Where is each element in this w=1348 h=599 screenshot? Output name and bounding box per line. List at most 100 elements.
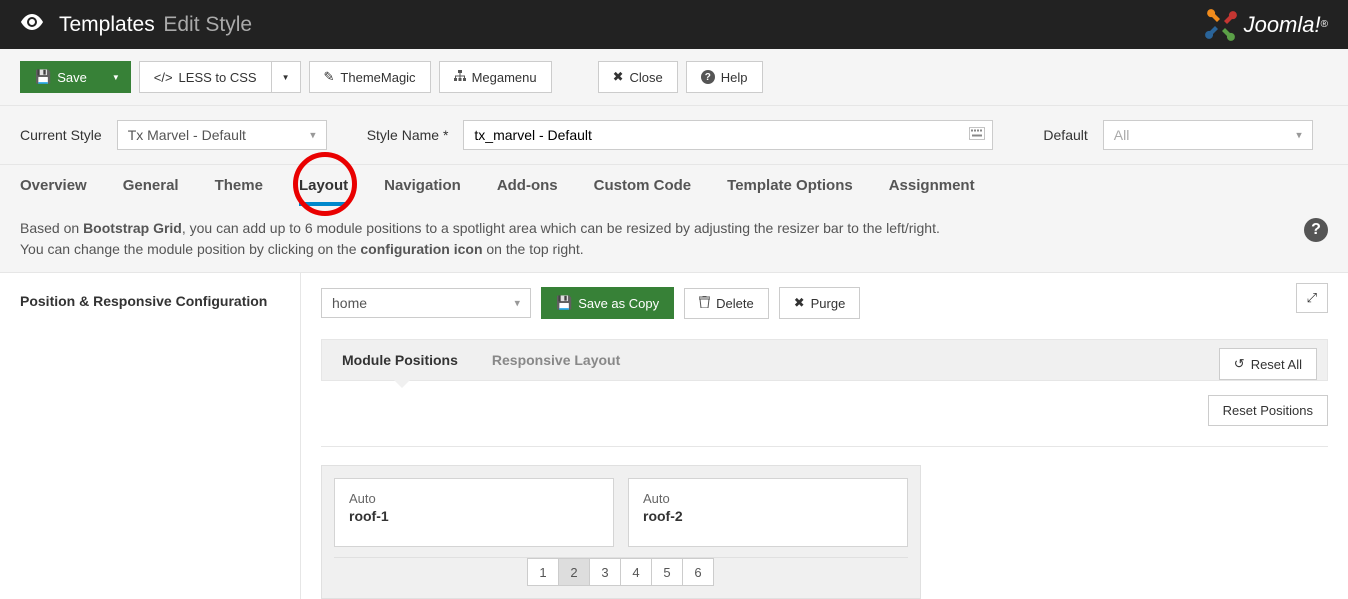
default-label: Default (1043, 127, 1087, 143)
info-line2-bold: configuration icon (360, 241, 482, 257)
tab-general[interactable]: General (123, 165, 179, 206)
pager-btn-6[interactable]: 6 (682, 558, 714, 586)
default-select[interactable]: All (1103, 120, 1313, 150)
joomla-logo[interactable]: Joomla!® (1204, 8, 1328, 42)
sidebar: Position & Responsive Configuration (0, 273, 300, 599)
pager-label: 6 (694, 565, 701, 580)
subtitle-text: Edit Style (163, 13, 252, 36)
reset-positions-button[interactable]: Reset Positions (1208, 395, 1328, 426)
megamenu-label: Megamenu (472, 70, 537, 85)
sitemap-icon (454, 70, 466, 85)
less-to-css-button[interactable]: </> LESS to CSS (139, 61, 271, 93)
pager-label: 2 (570, 565, 577, 580)
subtab-label: Responsive Layout (492, 352, 620, 368)
top-bar: Templates Edit Style Joomla!® (0, 0, 1348, 49)
info-line2-post: on the top right. (483, 241, 584, 257)
close-icon: ✖ (613, 69, 624, 85)
tab-label: Layout (299, 177, 348, 194)
save-dropdown-button[interactable]: ▼ (101, 61, 131, 93)
module-auto-label: Auto (349, 491, 599, 506)
pager-btn-3[interactable]: 3 (589, 558, 621, 586)
tab-template-options[interactable]: Template Options (727, 165, 853, 206)
tab-theme[interactable]: Theme (215, 165, 263, 206)
delete-label: Delete (716, 296, 754, 311)
code-icon: </> (154, 70, 173, 85)
subtab-responsive-layout[interactable]: Responsive Layout (492, 352, 620, 368)
help-circle-button[interactable]: ? (1304, 218, 1328, 242)
module-box-roof-1[interactable]: Auto roof-1 (334, 478, 614, 547)
pager-btn-1[interactable]: 1 (527, 558, 559, 586)
expand-icon: ⤢ (1307, 290, 1317, 305)
tab-overview[interactable]: Overview (20, 165, 87, 206)
current-style-value: Tx Marvel - Default (128, 127, 246, 143)
style-name-input[interactable] (463, 120, 993, 150)
tab-label: General (123, 177, 179, 194)
keyboard-icon[interactable] (969, 128, 985, 143)
pager-btn-5[interactable]: 5 (651, 558, 683, 586)
pager-row: 1 2 3 4 5 6 (334, 557, 908, 586)
sidebar-title: Position & Responsive Configuration (20, 293, 280, 309)
content-area: home 💾 Save as Copy Delete ✖ Purge ⤢ Mod… (300, 273, 1348, 599)
help-button[interactable]: ? Help (686, 61, 763, 93)
filter-row: Current Style Tx Marvel - Default Style … (0, 106, 1348, 164)
info-text: Based on Bootstrap Grid, you can add up … (20, 218, 940, 260)
subtab-pointer (394, 380, 410, 388)
reset-row: Reset Positions (321, 381, 1328, 440)
tabs-container: Overview General Theme Layout Navigation… (0, 164, 1348, 206)
save-icon: 💾 (556, 295, 572, 311)
less-dropdown-button[interactable]: ▼ (271, 61, 301, 93)
tab-navigation[interactable]: Navigation (384, 165, 461, 206)
tab-label: Add-ons (497, 177, 558, 194)
current-style-select[interactable]: Tx Marvel - Default (117, 120, 327, 150)
tab-addons[interactable]: Add-ons (497, 165, 558, 206)
info-bar: Based on Bootstrap Grid, you can add up … (0, 206, 1348, 273)
tab-custom-code[interactable]: Custom Code (594, 165, 692, 206)
wand-icon: ✎ (324, 69, 335, 85)
current-style-label: Current Style (20, 127, 102, 143)
caret-down-icon: ▼ (282, 73, 290, 82)
thememagic-button[interactable]: ✎ ThemeMagic (309, 61, 431, 93)
reset-all-button[interactable]: ↺ Reset All (1219, 348, 1317, 380)
delete-button[interactable]: Delete (684, 288, 769, 319)
thememagic-label: ThemeMagic (340, 70, 415, 85)
save-as-copy-label: Save as Copy (578, 296, 659, 311)
less-label: LESS to CSS (179, 70, 257, 85)
trash-icon (699, 296, 710, 311)
save-icon: 💾 (35, 69, 51, 85)
purge-label: Purge (811, 296, 846, 311)
pager-btn-4[interactable]: 4 (620, 558, 652, 586)
reset-positions-label: Reset Positions (1223, 403, 1313, 418)
title-text: Templates (59, 13, 155, 36)
close-button[interactable]: ✖ Close (598, 61, 678, 93)
subtabs: Module Positions Responsive Layout ↺ Res… (321, 339, 1328, 381)
brand-text: Joomla! (1244, 12, 1321, 38)
info-line1-pre: Based on (20, 220, 83, 236)
tab-label: Navigation (384, 177, 461, 194)
pager-label: 4 (632, 565, 639, 580)
megamenu-button[interactable]: Megamenu (439, 61, 552, 93)
subtab-module-positions[interactable]: Module Positions (342, 352, 458, 368)
close-icon: ✖ (794, 295, 805, 311)
toolbar: 💾 Save ▼ </> LESS to CSS ▼ ✎ ThemeMagic … (0, 49, 1348, 106)
layout-select[interactable]: home (321, 288, 531, 318)
tab-layout[interactable]: Layout (299, 165, 348, 206)
close-label: Close (630, 70, 663, 85)
undo-icon: ↺ (1234, 356, 1245, 372)
pager-btn-2[interactable]: 2 (558, 558, 590, 586)
page-title: Templates Edit Style (59, 13, 252, 37)
expand-button[interactable]: ⤢ (1296, 283, 1328, 313)
info-line1-bold: Bootstrap Grid (83, 220, 182, 236)
save-button[interactable]: 💾 Save (20, 61, 101, 93)
module-box-roof-2[interactable]: Auto roof-2 (628, 478, 908, 547)
eye-icon[interactable] (20, 13, 44, 36)
purge-button[interactable]: ✖ Purge (779, 287, 861, 319)
tab-assignment[interactable]: Assignment (889, 165, 975, 206)
save-as-copy-button[interactable]: 💾 Save as Copy (541, 287, 674, 319)
save-label: Save (57, 70, 87, 85)
main-tabs: Overview General Theme Layout Navigation… (0, 164, 1348, 206)
question-icon: ? (701, 70, 715, 84)
help-label: Help (721, 70, 748, 85)
subtab-label: Module Positions (342, 352, 458, 368)
tab-label: Template Options (727, 177, 853, 194)
module-area: Auto roof-1 Auto roof-2 1 2 3 4 5 6 (321, 465, 921, 599)
